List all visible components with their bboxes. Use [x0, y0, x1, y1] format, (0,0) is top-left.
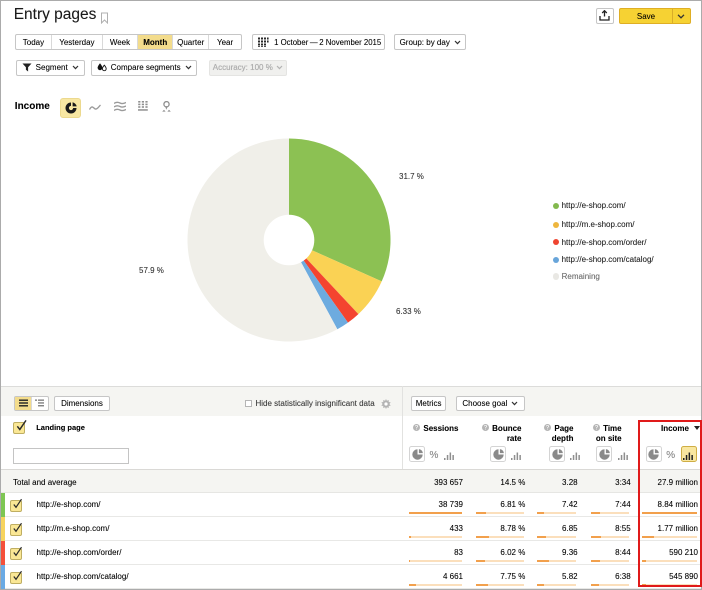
svg-text:?: ? — [545, 425, 549, 431]
svg-text:?: ? — [483, 425, 487, 431]
svg-text:?: ? — [594, 425, 598, 431]
svg-text:?: ? — [414, 425, 418, 431]
